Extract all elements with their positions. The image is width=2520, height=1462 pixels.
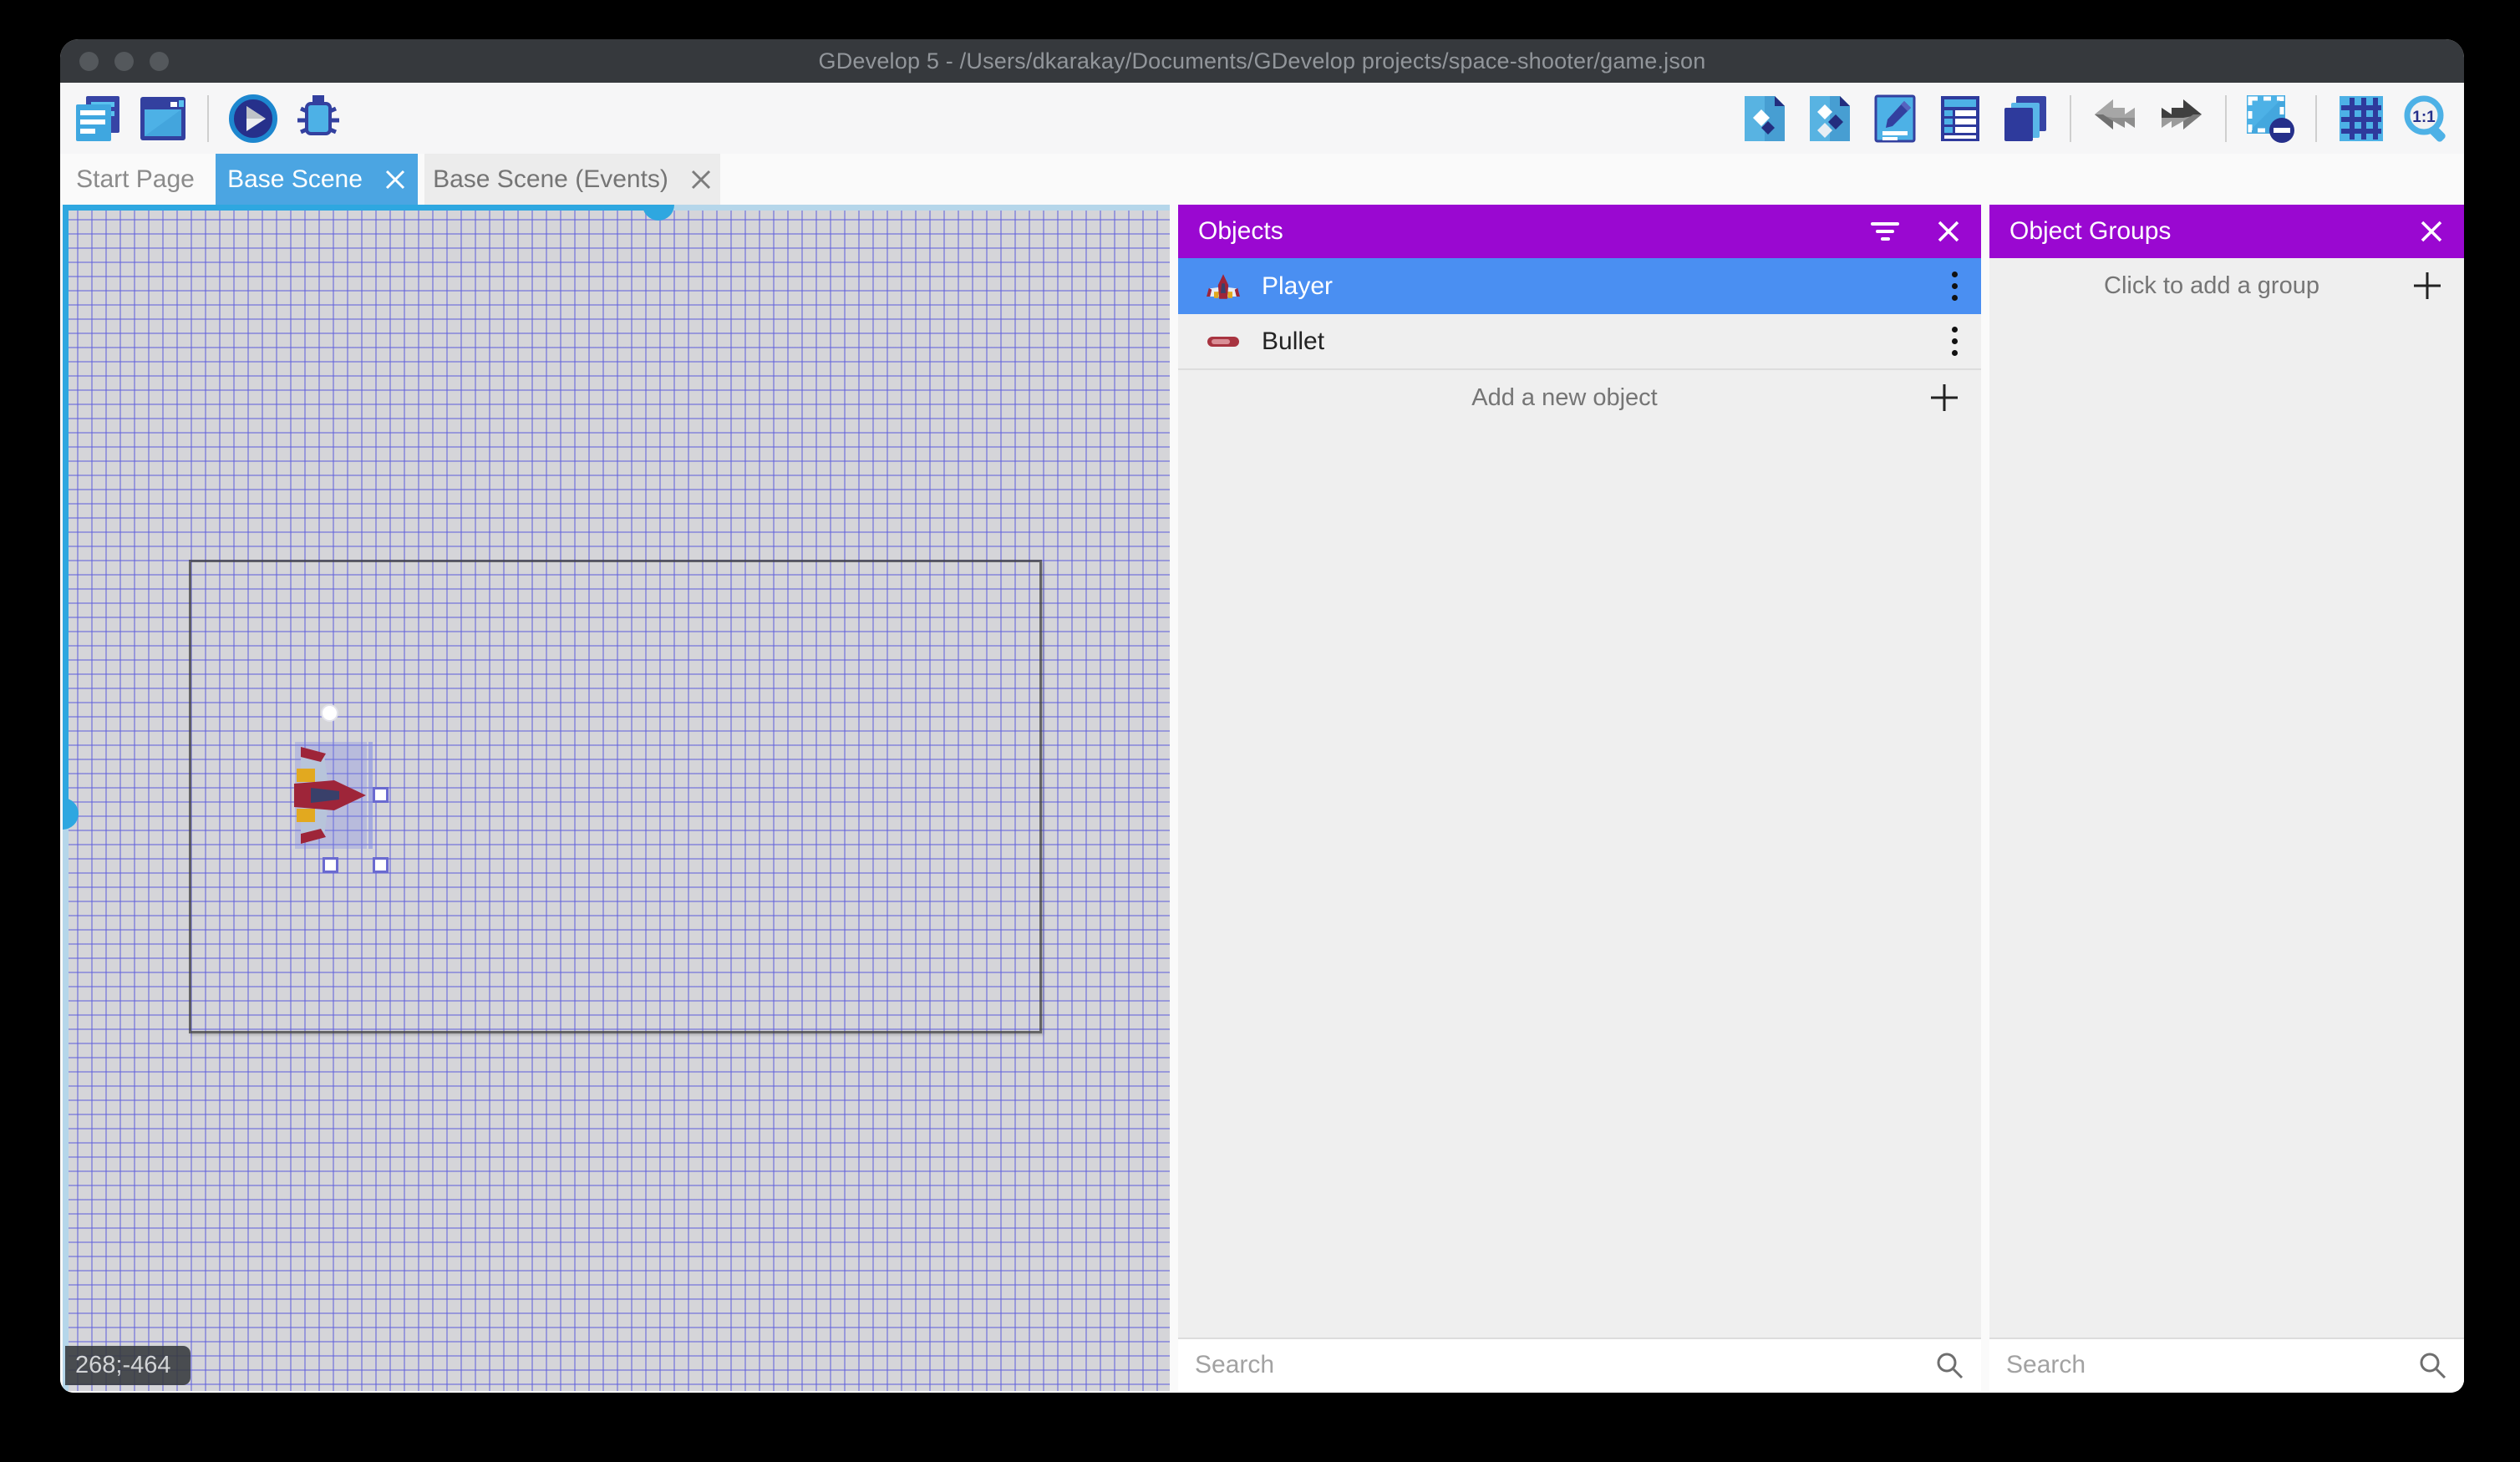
tab-label: Base Scene (Events): [433, 165, 668, 194]
traffic-lights: [79, 52, 169, 71]
search-icon[interactable]: [2417, 1350, 2447, 1380]
main-toolbar: 1:1: [60, 83, 2464, 154]
object-name: Bullet: [1262, 327, 1947, 356]
toolbar-right-group: 1:1: [1739, 93, 2452, 145]
objects-search-bar: [1178, 1338, 1981, 1391]
object-row-player[interactable]: Player: [1178, 258, 1981, 314]
object-groups-panel-title: Object Groups: [2009, 217, 2419, 246]
groups-search-bar: [1989, 1338, 2464, 1391]
open-object-groups-editor-icon[interactable]: [1804, 93, 1856, 145]
pane-splitter[interactable]: [1981, 205, 1989, 1391]
add-group-button[interactable]: Click to add a group: [1989, 258, 2464, 313]
desktop-background: GDevelop 5 - /Users/dkarakay/Documents/G…: [0, 0, 2520, 1462]
title-bar: GDevelop 5 - /Users/dkarakay/Documents/G…: [60, 39, 2464, 83]
toolbar-left-group: [72, 93, 344, 145]
objects-panel: Objects: [1178, 205, 1981, 1391]
close-panel-icon[interactable]: [1936, 219, 1961, 244]
resize-handle-right[interactable]: [373, 787, 389, 803]
add-new-object-button[interactable]: Add a new object: [1178, 370, 1981, 425]
cursor-coordinates-badge: 268;-464: [65, 1346, 191, 1385]
tab-bar: Start Page Base Scene Base Scene (Events…: [60, 154, 2464, 205]
resize-handle-bottom[interactable]: [323, 857, 338, 873]
plus-icon: [2412, 271, 2442, 301]
add-new-object-label: Add a new object: [1200, 384, 1929, 412]
object-row-bullet[interactable]: Bullet: [1178, 314, 1981, 370]
object-menu-icon[interactable]: [1947, 322, 1963, 361]
plus-icon: [1929, 383, 1959, 413]
open-instances-list-icon[interactable]: [1934, 93, 1986, 145]
vertical-scrollbar[interactable]: [63, 205, 69, 813]
zoom-original-icon[interactable]: 1:1: [2401, 93, 2452, 145]
close-window-button[interactable]: [79, 52, 99, 71]
toolbar-divider: [2315, 95, 2317, 142]
horizontal-scrollbar[interactable]: [63, 205, 658, 211]
vertical-scrollbar-thumb[interactable]: [63, 798, 79, 830]
objects-search-input[interactable]: [1195, 1351, 1934, 1379]
svg-text:1:1: 1:1: [2412, 109, 2436, 126]
scene-window-icon[interactable]: [137, 93, 189, 145]
close-tab-icon[interactable]: [384, 169, 406, 190]
player-thumbnail-icon: [1205, 268, 1242, 305]
window-title: GDevelop 5 - /Users/dkarakay/Documents/G…: [819, 48, 1706, 74]
play-icon[interactable]: [227, 93, 279, 145]
undo-icon[interactable]: [2090, 93, 2141, 145]
minimize-window-button[interactable]: [114, 52, 134, 71]
search-icon[interactable]: [1934, 1350, 1964, 1380]
object-name: Player: [1262, 272, 1947, 301]
close-tab-icon[interactable]: [690, 169, 712, 190]
horizontal-scrollbar-thumb[interactable]: [643, 205, 674, 221]
groups-search-input[interactable]: [2006, 1351, 2417, 1379]
objects-panel-header: Objects: [1178, 205, 1981, 258]
close-panel-icon[interactable]: [2419, 219, 2444, 244]
pane-splitter[interactable]: [1170, 205, 1178, 1391]
add-group-label: Click to add a group: [2011, 272, 2412, 300]
open-properties-icon[interactable]: [1869, 93, 1921, 145]
cursor-coordinates: 268;-464: [75, 1352, 171, 1379]
filter-icon[interactable]: [1871, 222, 1899, 241]
object-groups-panel: Object Groups Click to add a group: [1989, 205, 2464, 1391]
object-menu-icon[interactable]: [1947, 267, 1963, 306]
toolbar-divider: [207, 95, 209, 142]
vertical-scrollbar-track[interactable]: [63, 813, 69, 1391]
tab-label: Start Page: [76, 165, 195, 194]
resize-handle-bottom-right[interactable]: [373, 857, 389, 873]
gdevelop-window: GDevelop 5 - /Users/dkarakay/Documents/G…: [60, 39, 2464, 1393]
tab-start-page[interactable]: Start Page: [60, 154, 211, 205]
player-instance[interactable]: [294, 742, 366, 853]
debug-icon[interactable]: [292, 93, 344, 145]
tab-base-scene-events[interactable]: Base Scene (Events): [424, 154, 720, 205]
project-manager-icon[interactable]: [72, 93, 124, 145]
maximize-window-button[interactable]: [150, 52, 169, 71]
toggle-grid-icon[interactable]: [2335, 93, 2387, 145]
redo-icon[interactable]: [2155, 93, 2207, 145]
toolbar-divider: [2070, 95, 2071, 142]
scene-canvas[interactable]: 268;-464: [63, 205, 1170, 1391]
tab-label: Base Scene: [227, 165, 363, 194]
open-objects-editor-icon[interactable]: [1739, 93, 1791, 145]
editor-content: 268;-464 Objects: [60, 205, 2464, 1393]
toggle-mask-icon[interactable]: [2245, 93, 2297, 145]
tab-base-scene[interactable]: Base Scene: [216, 154, 418, 205]
bullet-thumbnail-icon: [1205, 323, 1242, 360]
rotation-handle[interactable]: [321, 704, 338, 722]
toolbar-divider: [2225, 95, 2227, 142]
objects-panel-title: Objects: [1198, 217, 1871, 246]
horizontal-scrollbar-track[interactable]: [658, 205, 1170, 211]
open-layers-icon[interactable]: [1999, 93, 2051, 145]
object-groups-panel-header: Object Groups: [1989, 205, 2464, 258]
